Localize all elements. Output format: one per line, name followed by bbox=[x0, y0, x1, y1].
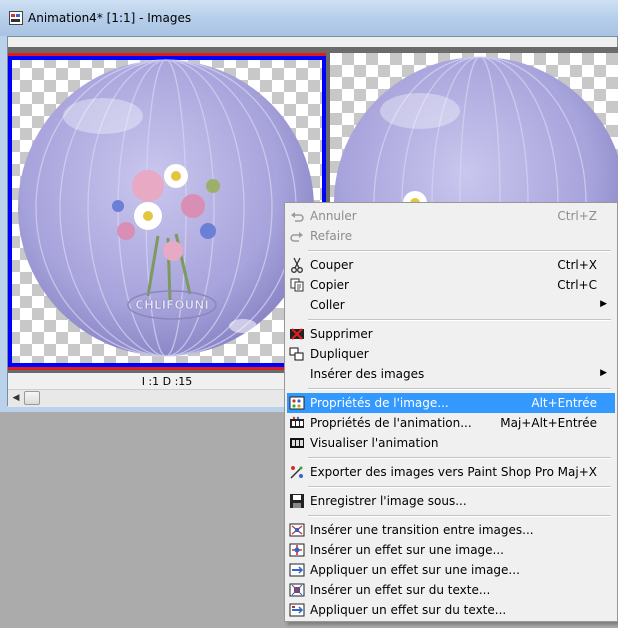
menu-item-label: Insérer des images bbox=[310, 367, 425, 381]
animation-app-icon[interactable] bbox=[9, 11, 23, 25]
menu-item-shortcut: Ctrl+C bbox=[557, 278, 597, 292]
menu-item-label: Couper bbox=[310, 258, 354, 272]
horizontal-scrollbar[interactable]: ◀ bbox=[8, 389, 298, 407]
frame-1-image: CHLIFOUNI bbox=[18, 59, 314, 357]
frame-1-bottom-marker bbox=[8, 367, 326, 370]
menu-separator bbox=[308, 388, 611, 390]
transition-icon bbox=[289, 522, 305, 538]
duplicate-icon bbox=[289, 346, 305, 362]
menu-separator bbox=[308, 319, 611, 321]
menu-item-supprimer[interactable]: Supprimer bbox=[287, 324, 615, 344]
menu-item-coller[interactable]: Coller ▶ bbox=[287, 295, 615, 315]
redo-icon bbox=[289, 228, 305, 244]
save-frame-icon bbox=[289, 493, 305, 509]
scroll-thumb[interactable] bbox=[24, 391, 40, 405]
menu-item-label: Insérer une transition entre images... bbox=[310, 523, 534, 537]
menu-separator bbox=[308, 457, 611, 459]
insert-text-effect-icon bbox=[289, 582, 305, 598]
menu-item-label: Exporter des images vers Paint Shop Pro bbox=[310, 465, 554, 479]
frame-properties-icon bbox=[289, 395, 305, 411]
menu-item-inserer-un-effet-sur-une-image[interactable]: Insérer un effet sur une image... bbox=[287, 540, 615, 560]
submenu-arrow-icon: ▶ bbox=[600, 299, 607, 309]
menu-item-label: Appliquer un effet sur une image... bbox=[310, 563, 520, 577]
watermark-text: CHLIFOUNI bbox=[135, 298, 209, 312]
scissors-icon bbox=[289, 257, 305, 273]
menu-item-dupliquer[interactable]: Dupliquer bbox=[287, 344, 615, 364]
undo-icon bbox=[289, 208, 305, 224]
menu-item-label: Supprimer bbox=[310, 327, 373, 341]
menu-separator bbox=[308, 250, 611, 252]
menu-item-appliquer-un-effet-sur-du-texte[interactable]: Appliquer un effet sur du texte... bbox=[287, 600, 615, 620]
window-title: Animation4* [1:1] - Images bbox=[28, 11, 192, 25]
film-icon bbox=[289, 435, 305, 451]
menu-item-label: Insérer un effet sur du texte... bbox=[310, 583, 491, 597]
menu-item-shortcut: Ctrl+X bbox=[557, 258, 597, 272]
copy-icon bbox=[289, 277, 305, 293]
animation-properties-icon bbox=[289, 415, 305, 431]
menu-item-visualiser-l-animation[interactable]: Visualiser l'animation bbox=[287, 433, 615, 453]
menu-item-label: Visualiser l'animation bbox=[310, 436, 439, 450]
menu-item-label: Refaire bbox=[310, 229, 353, 243]
apply-text-effect-icon bbox=[289, 602, 305, 618]
insert-effect-icon bbox=[289, 542, 305, 558]
menu-item-label: Enregistrer l'image sous... bbox=[310, 494, 467, 508]
menu-item-refaire[interactable]: Refaire bbox=[287, 226, 615, 246]
frame-1-selected[interactable]: CHLIFOUNI bbox=[8, 53, 326, 367]
menu-separator bbox=[308, 486, 611, 488]
menu-item-annuler[interactable]: Annuler Ctrl+Z bbox=[287, 206, 615, 226]
context-menu: Annuler Ctrl+Z Refaire Couper Ctrl+X Copier Ct… bbox=[284, 202, 618, 622]
menu-item-inserer-un-effet-sur-du-texte[interactable]: Insérer un effet sur du texte... bbox=[287, 580, 615, 600]
menu-item-appliquer-un-effet-sur-une-image[interactable]: Appliquer un effet sur une image... bbox=[287, 560, 615, 580]
menu-item-label: Annuler bbox=[310, 209, 357, 223]
menu-item-label: Propriétés de l'animation... bbox=[310, 416, 472, 430]
menu-item-proprietes-de-l-image[interactable]: Propriétés de l'image... Alt+Entrée bbox=[287, 393, 615, 413]
menu-item-shortcut: Alt+Entrée bbox=[531, 396, 597, 410]
menu-item-couper[interactable]: Couper Ctrl+X bbox=[287, 255, 615, 275]
menu-item-copier[interactable]: Copier Ctrl+C bbox=[287, 275, 615, 295]
menu-item-shortcut: Maj+Alt+Entrée bbox=[500, 416, 597, 430]
scroll-left-arrow-icon[interactable]: ◀ bbox=[10, 392, 22, 404]
menu-item-proprietes-de-l-animation[interactable]: Propriétés de l'animation... Maj+Alt+Entr… bbox=[287, 413, 615, 433]
title-bar[interactable]: Animation4* [1:1] - Images bbox=[0, 0, 618, 36]
menu-separator bbox=[308, 515, 611, 517]
menu-item-inserer-une-transition-entre-images[interactable]: Insérer une transition entre images... bbox=[287, 520, 615, 540]
menu-item-label: Coller bbox=[310, 298, 345, 312]
menu-item-label: Insérer un effet sur une image... bbox=[310, 543, 504, 557]
delete-icon bbox=[289, 326, 305, 342]
menu-item-exporter-des-images-vers-paint-shop-pro[interactable]: Exporter des images vers Paint Shop Pro M… bbox=[287, 462, 615, 482]
apply-effect-icon bbox=[289, 562, 305, 578]
menu-item-label: Propriétés de l'image... bbox=[310, 396, 449, 410]
menu-item-label: Dupliquer bbox=[310, 347, 369, 361]
submenu-arrow-icon: ▶ bbox=[600, 368, 607, 378]
menu-item-label: Copier bbox=[310, 278, 349, 292]
export-icon bbox=[289, 464, 305, 480]
menu-item-label: Appliquer un effet sur du texte... bbox=[310, 603, 507, 617]
menu-item-inserer-des-images[interactable]: Insérer des images ▶ bbox=[287, 364, 615, 384]
menu-item-enregistrer-l-image-sous[interactable]: Enregistrer l'image sous... bbox=[287, 491, 615, 511]
menu-item-shortcut: Maj+X bbox=[557, 465, 597, 479]
menu-item-shortcut: Ctrl+Z bbox=[557, 209, 597, 223]
